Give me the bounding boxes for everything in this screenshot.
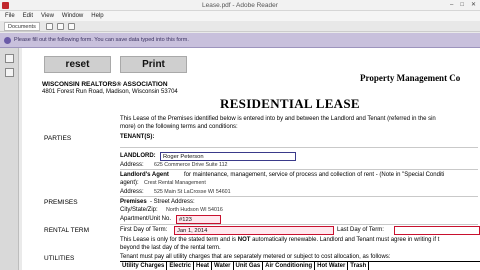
form-notification-bar: Please fill out the following form. You … xyxy=(0,33,480,48)
menu-file[interactable]: File xyxy=(5,11,15,21)
street-label: - Street Address: xyxy=(150,199,195,205)
last-day-label: Last Day of Term: xyxy=(337,227,384,233)
landlord-label: LANDLORD: xyxy=(120,153,156,159)
agent-label: Landlord's Agent xyxy=(120,172,169,178)
close-icon[interactable]: ✕ xyxy=(471,2,476,9)
menu-help[interactable]: Help xyxy=(91,11,103,21)
agent-description: for maintenance, management, service of … xyxy=(184,172,445,178)
pages-icon[interactable] xyxy=(5,54,14,63)
utilities-table-header: Utility Charges Electric Heat Water Unit… xyxy=(120,261,480,270)
apt-number-field[interactable]: #123 xyxy=(176,215,221,224)
agent-address-label: Address: xyxy=(120,189,144,195)
term-note-post: automatically renewable. Landlord and Te… xyxy=(250,237,440,243)
divider xyxy=(120,169,478,170)
window-controls: – □ ✕ xyxy=(450,2,476,9)
first-day-label: First Day of Term: xyxy=(120,227,168,233)
utility-col-trash: Trash xyxy=(348,262,370,270)
toolbar-icons xyxy=(46,23,75,30)
document-page: reset Print Property Management Co WISCO… xyxy=(22,48,480,270)
agent-label-cont: agent): xyxy=(120,180,139,186)
print-icon[interactable] xyxy=(57,23,64,30)
menu-window[interactable]: Window xyxy=(62,11,83,21)
landlord-address-label: Address: xyxy=(120,162,144,168)
term-note-line-2: beyond the last day of the rental term. xyxy=(120,245,221,251)
maximize-icon[interactable]: □ xyxy=(460,2,464,9)
divider xyxy=(120,224,478,225)
divider xyxy=(120,196,478,197)
company-name: Property Management Co xyxy=(360,73,461,83)
menu-edit[interactable]: Edit xyxy=(23,11,33,21)
navigation-pane xyxy=(0,48,19,270)
section-rental-term: RENTAL TERM xyxy=(44,227,90,234)
utility-col-air-conditioning: Air Conditioning xyxy=(263,262,316,270)
divider xyxy=(120,147,478,148)
intro-line-1: This Lease of the Premises identified be… xyxy=(120,116,436,122)
term-note-pre: This Lease is only for the stated term a… xyxy=(120,237,238,243)
minimize-icon[interactable]: – xyxy=(450,2,453,9)
print-button[interactable]: Print xyxy=(120,56,187,73)
utility-col-electric: Electric xyxy=(167,262,195,270)
term-note-line-1: This Lease is only for the stated term a… xyxy=(120,237,439,243)
agent-name-field[interactable]: Crest Rental Management xyxy=(144,180,206,186)
intro-line-2: more) on the following terms and conditi… xyxy=(120,124,238,130)
utility-col-heat: Heat xyxy=(194,262,213,270)
agent-address-field[interactable]: 525 Main St LaCrosse WI 54601 xyxy=(154,189,231,195)
premises-label: Premises xyxy=(120,199,147,205)
utility-col-unit-gas: Unit Gas xyxy=(234,262,264,270)
utility-col-water: Water xyxy=(212,262,234,270)
email-icon[interactable] xyxy=(68,23,75,30)
association-address: 4801 Forest Run Road, Madison, Wisconsin… xyxy=(42,89,178,95)
apt-label: Apartment/Unit No. xyxy=(120,216,172,222)
utilities-text: Tenant must pay all utility charges that… xyxy=(120,254,391,260)
section-utilities: UTILITIES xyxy=(44,255,75,262)
city-field[interactable]: North Hudson WI 54016 xyxy=(166,207,223,213)
menu-view[interactable]: View xyxy=(41,11,54,21)
tenants-label: TENANT(S): xyxy=(120,134,155,140)
attachments-icon[interactable] xyxy=(5,68,14,77)
documents-tab[interactable]: Documents xyxy=(4,22,40,31)
open-icon[interactable] xyxy=(46,23,53,30)
association-name: WISCONSIN REALTORS® ASSOCIATION xyxy=(42,81,168,88)
section-premises: PREMISES xyxy=(44,199,78,206)
toolbar: Documents xyxy=(0,21,480,32)
form-notification-text: Please fill out the following form. You … xyxy=(14,37,189,43)
info-icon xyxy=(4,37,11,44)
window-title: Lease.pdf - Adobe Reader xyxy=(202,2,278,9)
utility-col-charges: Utility Charges xyxy=(120,262,168,270)
landlord-name-field[interactable]: Roger Peterson xyxy=(160,152,296,161)
title-bar: Lease.pdf - Adobe Reader – □ ✕ xyxy=(0,0,480,11)
document-title: RESIDENTIAL LEASE xyxy=(220,96,360,111)
city-label: City/State/Zip: xyxy=(120,207,158,213)
term-note-not: NOT xyxy=(237,237,251,243)
reset-button[interactable]: reset xyxy=(44,56,111,73)
landlord-address-field[interactable]: 625 Commerce Drive Suite 112 xyxy=(154,162,228,168)
first-day-field[interactable]: Jan 1, 2014 xyxy=(174,226,334,235)
last-day-field[interactable] xyxy=(394,226,480,235)
section-parties: PARTIES xyxy=(44,135,72,142)
utility-col-hot-water: Hot Water xyxy=(315,262,349,270)
menu-bar: File Edit View Window Help xyxy=(0,11,480,21)
